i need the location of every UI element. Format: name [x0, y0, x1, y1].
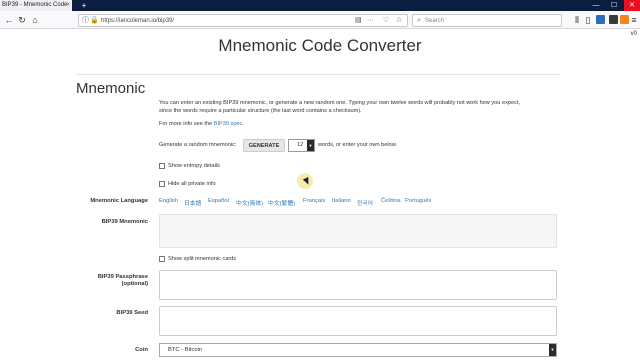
language-link-english[interactable]: English [159, 198, 178, 204]
search-icon: ⌕ [417, 17, 421, 24]
minimize-button[interactable]: — [588, 0, 604, 11]
reader-view-icon[interactable]: ▤ [355, 15, 362, 27]
close-tab-icon[interactable]: × [66, 0, 70, 11]
language-link-japanese[interactable]: 日本語 [184, 198, 201, 207]
menu-icon[interactable]: ≡ [628, 14, 640, 26]
hide-private-label: Hide all private info [168, 181, 216, 187]
passphrase-label-line2: (optional) [121, 281, 148, 287]
reload-icon[interactable]: ↻ [16, 14, 28, 26]
window-close-button[interactable]: ✕ [624, 0, 640, 11]
passphrase-label: BIP39 Passphrase (optional) [0, 274, 148, 288]
coin-chevron-down-icon[interactable]: ▼ [549, 344, 556, 356]
tab-bar: BIP39 - Mnemonic Code × + — ☐ ✕ [0, 0, 640, 11]
show-entropy-checkbox[interactable] [159, 163, 165, 169]
bip39-seed-label: BIP39 Seed [116, 310, 148, 316]
coin-select[interactable]: BTC - Bitcoin ▼ [159, 343, 557, 357]
chevron-down-icon[interactable]: ▼ [307, 140, 314, 151]
seed-textarea[interactable] [159, 306, 557, 336]
word-count-value: 12 [297, 142, 304, 148]
sidebar-icon[interactable]: ▯ [582, 14, 594, 26]
coin-label: Coin [135, 347, 148, 353]
mnemonic-textarea[interactable] [159, 214, 557, 248]
tab-title: BIP39 - Mnemonic Code [2, 2, 68, 8]
maximize-button[interactable]: ☐ [606, 0, 622, 11]
word-count-select[interactable]: 12 ▼ [288, 139, 315, 152]
coin-selected-value: BTC - Bitcoin [168, 347, 203, 353]
description-line-2: since the words require a particular str… [159, 108, 362, 114]
navigation-bar: ← ↻ ⌂ ⓘ 🔒 https://iancoleman.io/bip39/ ▤… [0, 11, 640, 29]
more-info-suffix: . [242, 121, 244, 127]
url-bar[interactable]: ⓘ 🔒 https://iancoleman.io/bip39/ ▤ ··· ♡… [78, 14, 408, 27]
language-link-french[interactable]: Français [303, 198, 325, 204]
url-text[interactable]: https://iancoleman.io/bip39/ [101, 15, 174, 27]
language-link-spanish[interactable]: Español [208, 198, 229, 204]
search-bar[interactable]: ⌕ Search [412, 14, 562, 27]
generate-suffix: words, or enter your own below. [318, 142, 397, 148]
bip39-spec-link[interactable]: BIP39 spec [214, 121, 243, 127]
passphrase-label-line1: BIP39 Passphrase [97, 274, 148, 280]
more-actions-icon[interactable]: ··· [367, 15, 374, 27]
show-split-label: Show split mnemonic cards [168, 256, 237, 262]
language-link-chinese-traditional[interactable]: 中文(繁體) [268, 198, 295, 207]
back-icon[interactable]: ← [3, 14, 15, 26]
extension-icon-blue[interactable] [596, 15, 605, 24]
new-tab-button[interactable]: + [79, 0, 89, 11]
page-title: Mnemonic Code Converter [218, 36, 422, 55]
language-link-czech[interactable]: Čeština [381, 198, 401, 204]
more-info-prefix: For more info see the [159, 121, 214, 127]
info-icon[interactable]: ⓘ [82, 15, 89, 27]
passphrase-textarea[interactable] [159, 270, 557, 300]
language-link-italian[interactable]: Italiano [332, 198, 351, 204]
bip39-mnemonic-label: BIP39 Mnemonic [101, 219, 148, 225]
language-link-korean[interactable]: 한국어 [357, 198, 373, 207]
more-info-text: For more info see the BIP39 spec. [159, 120, 244, 128]
browser-tab[interactable]: BIP39 - Mnemonic Code × [0, 0, 72, 11]
description-line-1: You can enter an existing BIP39 mnemonic… [159, 100, 520, 106]
show-split-checkbox[interactable] [159, 256, 165, 262]
lock-icon: 🔒 [90, 17, 99, 24]
hide-private-checkbox[interactable] [159, 181, 165, 187]
divider [76, 74, 560, 75]
extension-icon-dark[interactable] [609, 15, 618, 24]
section-title-mnemonic: Mnemonic [76, 80, 146, 97]
generate-button[interactable]: GENERATE [243, 139, 285, 152]
pocket-icon[interactable]: ♡ [383, 15, 389, 27]
mnemonic-language-label: Mnemonic Language [90, 198, 148, 204]
home-icon[interactable]: ⌂ [29, 14, 41, 26]
language-link-portuguese[interactable]: Português [405, 198, 431, 204]
generate-label: Generate a random mnemonic: [159, 142, 237, 148]
show-entropy-label: Show entropy details [168, 163, 220, 169]
language-link-chinese-simplified[interactable]: 中文(简体) [236, 198, 263, 207]
search-placeholder: Search [425, 18, 445, 24]
bookmark-star-icon[interactable]: ☆ [396, 15, 402, 27]
